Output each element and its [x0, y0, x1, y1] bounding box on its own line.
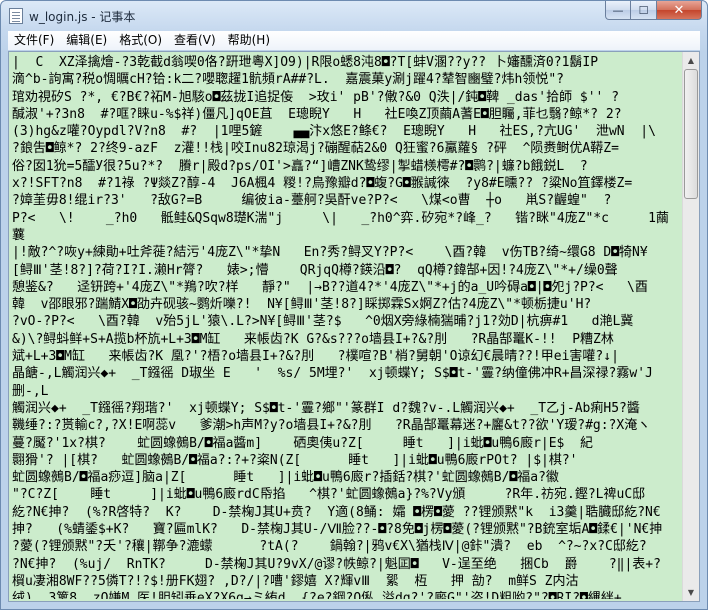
- scroll-up-arrow-icon[interactable]: ▲: [683, 52, 699, 69]
- window-title: w_login.js - 记事本: [29, 10, 136, 24]
- menu-bar: 文件(F) 编辑(E) 格式(O) 查看(V) 帮助(H): [8, 31, 700, 50]
- notepad-window: w_login.js - 记事本 — ☐ ✕ 文件(F) 编辑(E) 格式(O)…: [0, 0, 708, 610]
- vertical-scrollbar[interactable]: ▲ ▼: [682, 52, 699, 601]
- caption-buttons: — ☐ ✕: [605, 1, 702, 21]
- scroll-down-arrow-icon[interactable]: ▼: [683, 584, 699, 601]
- document-text[interactable]: | C XZ泽擒燴-?3乾截d翁喫0佫?趼玴粵X]O9)|R限o蟋8沌8◘?T[…: [12, 54, 680, 599]
- notepad-icon[interactable]: [9, 8, 23, 24]
- menu-format[interactable]: 格式(O): [113, 31, 168, 50]
- menu-view[interactable]: 查看(V): [168, 31, 222, 50]
- maximize-button[interactable]: ☐: [631, 1, 657, 20]
- text-editor[interactable]: | C XZ泽擒燴-?3乾截d翁喫0佫?趼玴粵X]O9)|R限o蟋8沌8◘?T[…: [8, 51, 700, 602]
- title-bar[interactable]: w_login.js - 记事本 — ☐ ✕: [1, 1, 707, 31]
- menu-help[interactable]: 帮助(H): [222, 31, 276, 50]
- menu-file[interactable]: 文件(F): [8, 31, 60, 50]
- scrollbar-thumb[interactable]: [684, 69, 698, 199]
- close-button[interactable]: ✕: [657, 1, 702, 20]
- minimize-button[interactable]: —: [605, 1, 631, 20]
- menu-edit[interactable]: 编辑(E): [60, 31, 113, 50]
